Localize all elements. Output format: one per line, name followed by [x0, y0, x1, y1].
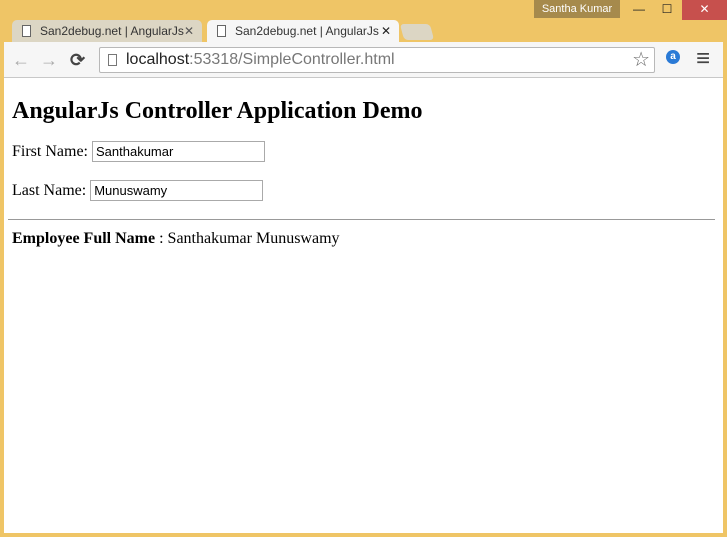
first-name-label: First Name: — [12, 142, 88, 160]
toolbar: ← → ⟳ localhost:53318/SimpleController.h… — [4, 42, 723, 78]
tab-2-active[interactable]: San2debug.net | AngularJs ✕ — [207, 20, 399, 42]
tab-label: San2debug.net | AngularJs — [40, 24, 184, 38]
divider — [8, 219, 715, 220]
last-name-input[interactable] — [90, 180, 264, 201]
separator: : — [155, 230, 168, 247]
menu-icon[interactable]: ≡ — [696, 45, 710, 73]
tab-label: San2debug.net | AngularJs — [235, 24, 379, 38]
close-tab-icon[interactable]: ✕ — [381, 20, 391, 42]
tab-1[interactable]: San2debug.net | AngularJs ✕ — [12, 20, 202, 42]
page-icon — [22, 25, 31, 37]
full-name-value: Santhakumar Munuswamy — [167, 230, 340, 247]
back-icon[interactable]: ← — [12, 50, 30, 71]
close-tab-icon[interactable]: ✕ — [184, 20, 194, 42]
page-icon — [108, 54, 117, 66]
first-name-input[interactable] — [92, 141, 265, 162]
reload-icon[interactable]: ⟳ — [70, 50, 85, 71]
page-title: AngularJs Controller Application Demo — [12, 98, 423, 124]
maximize-button[interactable]: ☐ — [652, 0, 682, 20]
new-tab-button[interactable] — [399, 24, 435, 40]
close-window-button[interactable]: ✕ — [682, 0, 727, 20]
address-bar[interactable]: localhost:53318/SimpleController.html ☆ — [99, 47, 655, 73]
url-host: localhost — [126, 51, 190, 68]
minimize-button[interactable]: — — [624, 0, 654, 20]
page-icon — [217, 25, 226, 37]
bookmark-star-icon[interactable]: ☆ — [632, 48, 650, 72]
last-name-label: Last Name: — [12, 181, 87, 199]
url-path: :53318/SimpleController.html — [189, 51, 395, 68]
full-name-label: Employee Full Name — [12, 230, 156, 247]
forward-icon[interactable]: → — [40, 50, 58, 71]
page-content: AngularJs Controller Application Demo Fi… — [4, 78, 723, 533]
extension-icon[interactable]: a — [666, 50, 680, 64]
profile-button[interactable]: Santha Kumar — [534, 0, 620, 18]
